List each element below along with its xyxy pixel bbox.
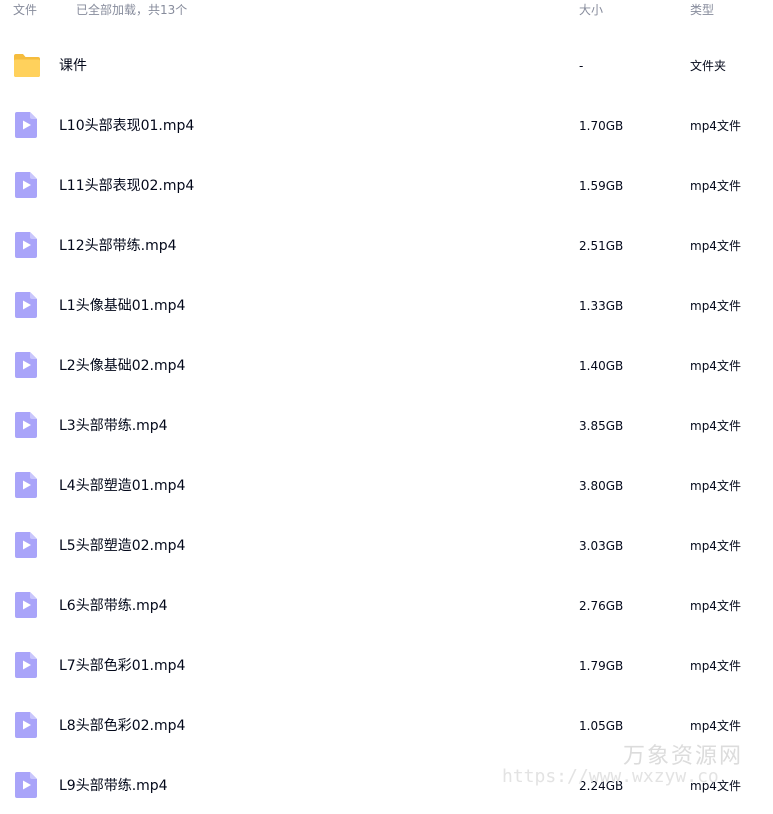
file-type: 文件夹 (690, 59, 727, 73)
video-file-icon (12, 291, 40, 319)
file-size: 1.05GB (579, 719, 624, 733)
file-name[interactable]: L1头像基础01.mp4 (59, 297, 185, 315)
file-type: mp4文件 (690, 659, 741, 673)
video-file-icon (12, 771, 40, 799)
file-type: mp4文件 (690, 119, 741, 133)
file-type: mp4文件 (690, 359, 741, 373)
file-type: mp4文件 (690, 599, 741, 613)
file-row[interactable]: L10头部表现01.mp4 1.70GB mp4文件 (0, 96, 773, 156)
column-header-type[interactable]: 类型 (690, 2, 714, 18)
file-name[interactable]: L4头部塑造01.mp4 (59, 477, 185, 495)
file-row[interactable]: L11头部表现02.mp4 1.59GB mp4文件 (0, 156, 773, 216)
file-type: mp4文件 (690, 239, 741, 253)
file-type: mp4文件 (690, 479, 741, 493)
column-header-name[interactable]: 文件 (13, 2, 37, 18)
file-type: mp4文件 (690, 179, 741, 193)
file-name[interactable]: L12头部带练.mp4 (59, 237, 177, 255)
video-file-icon (12, 711, 40, 739)
video-file-icon (12, 231, 40, 259)
file-size: 1.59GB (579, 179, 624, 193)
file-row[interactable]: L5头部塑造02.mp4 3.03GB mp4文件 (0, 516, 773, 576)
file-size: 1.33GB (579, 299, 624, 313)
file-list: 课件 - 文件夹 L10头部表现01.mp4 1.70GB mp4文件 L11头部表现02.… (0, 36, 773, 814)
file-name[interactable]: L5头部塑造02.mp4 (59, 537, 185, 555)
video-file-icon (12, 651, 40, 679)
video-file-icon (12, 531, 40, 559)
file-size: 3.85GB (579, 419, 624, 433)
file-size: 2.76GB (579, 599, 624, 613)
folder-icon (12, 51, 40, 79)
file-size: 1.70GB (579, 119, 624, 133)
list-header: 文件 已全部加载，共13个 大小 类型 (0, 0, 773, 22)
loaded-count-text: 已全部加载，共13个 (76, 3, 188, 17)
file-size: 1.79GB (579, 659, 624, 673)
video-file-icon (12, 411, 40, 439)
file-size: 1.40GB (579, 359, 624, 373)
video-file-icon (12, 471, 40, 499)
file-name[interactable]: L7头部色彩01.mp4 (59, 657, 185, 675)
file-row[interactable]: L3头部带练.mp4 3.85GB mp4文件 (0, 396, 773, 456)
file-name[interactable]: L9头部带练.mp4 (59, 777, 168, 795)
file-row[interactable]: L6头部带练.mp4 2.76GB mp4文件 (0, 576, 773, 636)
file-size: 2.24GB (579, 779, 624, 793)
file-name[interactable]: 课件 (59, 57, 87, 75)
file-type: mp4文件 (690, 539, 741, 553)
file-size: - (579, 59, 584, 73)
file-type: mp4文件 (690, 299, 741, 313)
video-file-icon (12, 111, 40, 139)
file-name[interactable]: L11头部表现02.mp4 (59, 177, 194, 195)
file-row[interactable]: L2头像基础02.mp4 1.40GB mp4文件 (0, 336, 773, 396)
file-row[interactable]: 课件 - 文件夹 (0, 36, 773, 96)
file-name[interactable]: L2头像基础02.mp4 (59, 357, 185, 375)
file-row[interactable]: L1头像基础01.mp4 1.33GB mp4文件 (0, 276, 773, 336)
file-type: mp4文件 (690, 419, 741, 433)
file-type: mp4文件 (690, 719, 741, 733)
column-header-size[interactable]: 大小 (579, 2, 603, 18)
file-name[interactable]: L10头部表现01.mp4 (59, 117, 194, 135)
file-row[interactable]: L8头部色彩02.mp4 1.05GB mp4文件 (0, 696, 773, 756)
video-file-icon (12, 591, 40, 619)
file-name[interactable]: L6头部带练.mp4 (59, 597, 168, 615)
file-size: 2.51GB (579, 239, 624, 253)
file-size: 3.80GB (579, 479, 624, 493)
file-row[interactable]: L9头部带练.mp4 2.24GB mp4文件 (0, 756, 773, 814)
video-file-icon (12, 171, 40, 199)
video-file-icon (12, 351, 40, 379)
file-row[interactable]: L12头部带练.mp4 2.51GB mp4文件 (0, 216, 773, 276)
file-row[interactable]: L4头部塑造01.mp4 3.80GB mp4文件 (0, 456, 773, 516)
file-list-view: 文件 已全部加载，共13个 大小 类型 课件 - 文件夹 L10头部表现01.mp4 1… (0, 0, 773, 814)
file-row[interactable]: L7头部色彩01.mp4 1.79GB mp4文件 (0, 636, 773, 696)
file-name[interactable]: L8头部色彩02.mp4 (59, 717, 185, 735)
file-name[interactable]: L3头部带练.mp4 (59, 417, 168, 435)
file-size: 3.03GB (579, 539, 624, 553)
file-type: mp4文件 (690, 779, 741, 793)
